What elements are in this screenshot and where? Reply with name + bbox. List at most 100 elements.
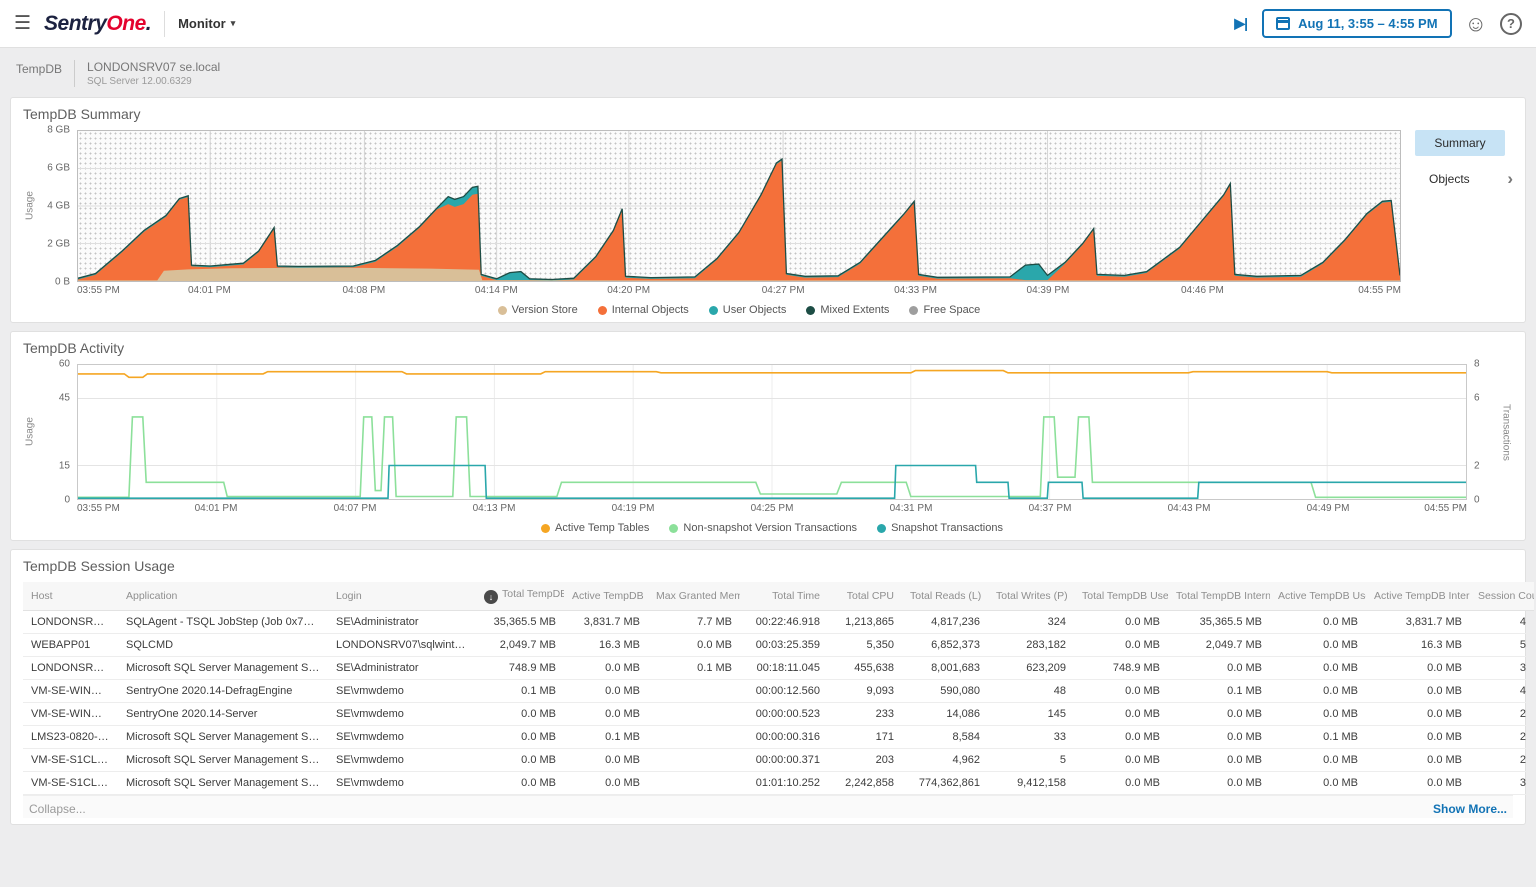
column-header[interactable]: Application — [118, 582, 328, 611]
x-axis-ticks: 03:55 PM04:01 PM04:08 PM04:14 PM04:20 PM… — [77, 285, 1401, 299]
column-header[interactable]: Active TempDB — [564, 582, 648, 611]
table-cell: SQLAgent - TSQL JobStep (Job 0x7D3903C7D… — [118, 611, 328, 634]
y-axis-label: Usage — [23, 130, 37, 282]
table-cell: 01:01:10.252 — [740, 772, 828, 795]
objects-label: Objects — [1429, 172, 1470, 186]
sentryone-logo: SentryOne. — [44, 12, 151, 36]
column-header-label: Session Count — [1478, 590, 1534, 602]
table-row[interactable]: VM-SE-S1CLIENT1Microsoft SQL Server Mana… — [23, 772, 1534, 795]
summary-legend: Version StoreInternal ObjectsUser Object… — [77, 304, 1401, 316]
table-row[interactable]: WEBAPP01SQLCMDLONDONSRV07\sqlwintasks2,0… — [23, 634, 1534, 657]
table-cell: 16.3 MB — [564, 634, 648, 657]
table-cell: 00:00:00.371 — [740, 749, 828, 772]
breadcrumb: TempDB LONDONSRV07 se.local SQL Server 1… — [0, 48, 1536, 89]
table-cell: 0.0 MB — [1270, 703, 1366, 726]
legend-dot-icon — [709, 306, 718, 315]
column-header[interactable]: Total Writes (P) — [988, 582, 1074, 611]
column-header[interactable]: Total Time — [740, 582, 828, 611]
table-row[interactable]: VM-SE-WINMON1SentryOne 2020.14-DefragEng… — [23, 680, 1534, 703]
table-cell — [648, 680, 740, 703]
y-axis-ticks: 8 GB6 GB4 GB2 GB0 B — [37, 130, 77, 282]
panel-title: TempDB Summary — [23, 106, 1513, 122]
table-cell: LMS23-0820-C83F — [23, 726, 118, 749]
table-cell: SentryOne 2020.14-DefragEngine — [118, 680, 328, 703]
x-axis-ticks: 03:55 PM04:01 PM04:07 PM04:13 PM04:19 PM… — [77, 503, 1467, 517]
tempdb-activity-chart[interactable] — [77, 364, 1467, 500]
summary-tab-button[interactable]: Summary — [1415, 130, 1505, 156]
show-more-link[interactable]: Show More... — [1433, 802, 1507, 816]
tempdb-summary-chart[interactable] — [77, 130, 1401, 282]
table-cell: 7.7 MB — [648, 611, 740, 634]
table-cell — [648, 772, 740, 795]
y-tick-label: 6 GB — [47, 163, 70, 174]
table-cell: 4,817,236 — [902, 611, 988, 634]
objects-tab-button[interactable]: Objects › — [1415, 168, 1513, 189]
x-tick-label: 04:43 PM — [1168, 503, 1211, 514]
table-cell: SE\vmwdemo — [328, 772, 476, 795]
menu-icon[interactable]: ☰ — [14, 14, 31, 33]
column-header[interactable]: Total TempDB User — [1074, 582, 1168, 611]
legend-item: Mixed Extents — [806, 304, 889, 316]
session-usage-table: HostApplicationLogin ↓ Total TempDB Active … — [23, 582, 1534, 795]
table-row[interactable]: LMS23-0820-C83FMicrosoft SQL Server Mana… — [23, 726, 1534, 749]
table-cell: LONDONSRV07 — [23, 657, 118, 680]
breadcrumb-target[interactable]: LONDONSRV07 se.local SQL Server 12.00.63… — [87, 60, 220, 87]
column-header[interactable]: Total CPU — [828, 582, 902, 611]
table-cell: SE\vmwdemo — [328, 726, 476, 749]
table-cell: 0.0 MB — [476, 703, 564, 726]
table-row[interactable]: LONDONSRV07Microsoft SQL Server Manageme… — [23, 657, 1534, 680]
breadcrumb-section[interactable]: TempDB — [16, 60, 62, 76]
table-cell: 0.0 MB — [1270, 680, 1366, 703]
help-icon[interactable]: ? — [1500, 13, 1522, 35]
column-header[interactable]: Total Reads (L) — [902, 582, 988, 611]
column-header[interactable]: Total TempDB Internal — [1168, 582, 1270, 611]
x-tick-label: 04:07 PM — [334, 503, 377, 514]
jump-to-latest-icon[interactable]: ▶| — [1234, 15, 1247, 32]
legend-dot-icon — [598, 306, 607, 315]
table-cell: 5,350 — [828, 634, 902, 657]
table-row[interactable]: VM-SE-WINMON1SentryOne 2020.14-ServerSE\… — [23, 703, 1534, 726]
date-range-button[interactable]: Aug 11, 3:55 – 4:55 PM — [1262, 9, 1451, 38]
column-header[interactable]: Session Count — [1470, 582, 1534, 611]
table-cell: 0.0 MB — [1270, 657, 1366, 680]
column-header-label: Active TempDB — [572, 590, 644, 602]
table-cell: 2 — [1470, 703, 1534, 726]
table-row[interactable]: VM-SE-S1CLIENT1Microsoft SQL Server Mana… — [23, 749, 1534, 772]
monitor-dropdown[interactable]: Monitor ▾ — [178, 16, 235, 31]
x-tick-label: 04:14 PM — [475, 285, 518, 296]
table-cell: 0.0 MB — [564, 749, 648, 772]
table-row[interactable]: LONDONSRV07SQLAgent - TSQL JobStep (Job … — [23, 611, 1534, 634]
x-tick-label: 04:25 PM — [751, 503, 794, 514]
column-header[interactable]: ↓ Total TempDB — [476, 582, 564, 611]
y-axis-label-right: Transactions — [1499, 364, 1513, 500]
column-header[interactable]: Active TempDB Internal — [1366, 582, 1470, 611]
table-cell: 3 — [1470, 772, 1534, 795]
column-header-label: Total TempDB — [502, 588, 564, 600]
x-tick-label: 04:01 PM — [188, 285, 231, 296]
legend-dot-icon — [669, 524, 678, 533]
column-header[interactable]: Login — [328, 582, 476, 611]
table-cell: 623,209 — [988, 657, 1074, 680]
table-cell: 0.0 MB — [1366, 726, 1470, 749]
table-cell: 0.1 MB — [648, 657, 740, 680]
table-cell: WEBAPP01 — [23, 634, 118, 657]
x-tick-label: 04:55 PM — [1424, 503, 1467, 514]
collapse-link[interactable]: Collapse... — [29, 802, 86, 816]
feedback-smiley-icon[interactable]: ☺ — [1465, 13, 1487, 35]
calendar-icon — [1276, 17, 1290, 30]
column-header-label: Total Reads (L) — [910, 590, 981, 602]
table-cell: 0.0 MB — [1168, 772, 1270, 795]
x-tick-label: 03:55 PM — [77, 285, 120, 296]
column-header[interactable]: Max Granted Mem — [648, 582, 740, 611]
table-cell: 00:22:46.918 — [740, 611, 828, 634]
x-tick-label: 03:55 PM — [77, 503, 120, 514]
column-header[interactable]: Active TempDB User — [1270, 582, 1366, 611]
table-cell: 0.0 MB — [564, 772, 648, 795]
table-cell: 4,962 — [902, 749, 988, 772]
table-cell: 0.0 MB — [476, 726, 564, 749]
table-cell: 0.0 MB — [1366, 703, 1470, 726]
sort-desc-icon[interactable]: ↓ — [484, 590, 498, 604]
table-cell: SQLCMD — [118, 634, 328, 657]
column-header[interactable]: Host — [23, 582, 118, 611]
x-tick-label: 04:46 PM — [1181, 285, 1224, 296]
